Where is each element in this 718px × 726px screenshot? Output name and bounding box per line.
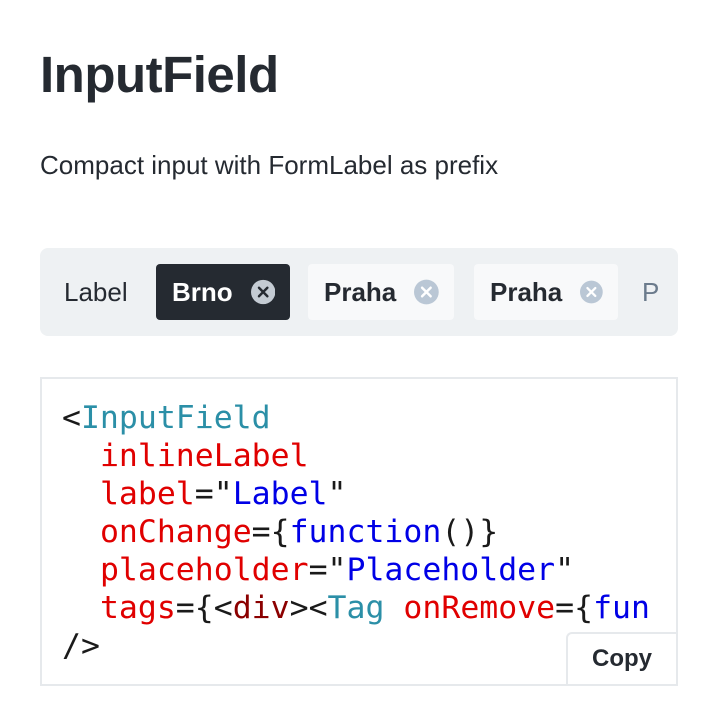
code-punct: "	[327, 476, 347, 512]
circle-x-icon[interactable]	[414, 279, 439, 305]
tag-label: Praha	[490, 277, 563, 307]
code-component: InputField	[80, 400, 271, 436]
tag-praha[interactable]: Praha	[308, 264, 454, 320]
code-attr: placeholder	[99, 552, 309, 588]
code-punct: ="	[308, 552, 347, 588]
tag-brno[interactable]: Brno	[156, 264, 290, 320]
code-attr: label	[99, 476, 195, 512]
code-attr: onChange	[99, 514, 252, 550]
code-component: Tag	[327, 590, 385, 626]
page-title: InputField	[40, 46, 279, 103]
code-punct: "	[555, 552, 575, 588]
code-value: Label	[232, 476, 328, 512]
input-field-demo: Label Brno Praha Praha P	[40, 248, 678, 336]
code-attr: onRemove	[403, 590, 556, 626]
code-value: Placeholder	[346, 552, 556, 588]
code-punct: />	[62, 628, 100, 664]
input-placeholder[interactable]: P	[642, 276, 659, 308]
code-example: <InputField inlineLabel label="Label" on…	[40, 377, 678, 686]
code-punct: ()}	[441, 514, 499, 550]
code-value: fun	[593, 590, 650, 626]
code-punct: <	[62, 400, 81, 436]
tag-label: Praha	[324, 277, 397, 307]
code-punct: ={	[555, 590, 594, 626]
code-attr: tags	[99, 590, 176, 626]
circle-x-icon[interactable]	[580, 279, 603, 305]
tag-praha[interactable]: Praha	[474, 264, 618, 320]
copy-button[interactable]: Copy	[566, 632, 676, 684]
page-description: Compact input with FormLabel as prefix	[40, 150, 499, 180]
circle-x-icon[interactable]	[250, 279, 275, 305]
code-element: div	[232, 590, 290, 626]
code-punct: ={<	[175, 590, 233, 626]
code-punct: ={	[251, 514, 290, 550]
code-value: function	[289, 514, 442, 550]
tag-label: Brno	[172, 277, 233, 307]
code-block: <InputField inlineLabel label="Label" on…	[62, 399, 650, 665]
inline-form-label: Label	[64, 277, 128, 307]
code-attr: inlineLabel	[99, 438, 309, 474]
code-punct: ="	[194, 476, 233, 512]
code-punct: ><	[289, 590, 328, 626]
